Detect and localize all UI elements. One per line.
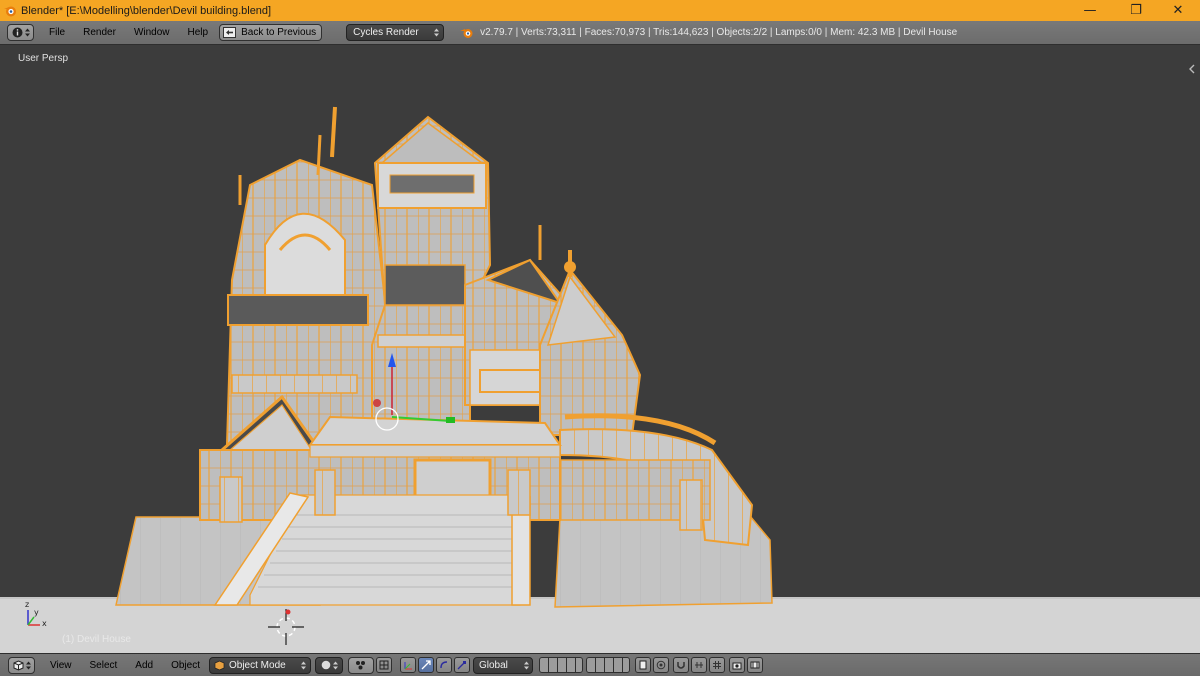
menu-window[interactable]: Window bbox=[125, 27, 179, 38]
rotate-manipulator-button[interactable] bbox=[436, 657, 452, 673]
porch-roof bbox=[308, 415, 562, 446]
close-icon: ✕ bbox=[1172, 3, 1184, 18]
restore-icon: ❐ bbox=[1130, 3, 1142, 18]
transform-manipulator-toggle[interactable] bbox=[400, 657, 416, 673]
snap-element-dropdown[interactable] bbox=[691, 657, 707, 673]
mode-value: Object Mode bbox=[229, 659, 286, 671]
scene-layers-group-2[interactable] bbox=[586, 657, 630, 673]
lock-layers-button[interactable] bbox=[635, 657, 651, 673]
cube-icon bbox=[214, 660, 225, 670]
scale-icon bbox=[457, 661, 466, 670]
menu-view[interactable]: View bbox=[41, 660, 81, 671]
pivot-point-dropdown[interactable] bbox=[348, 656, 374, 674]
updown-arrows-icon bbox=[332, 661, 338, 669]
film-icon bbox=[750, 661, 760, 669]
viewport-shading-dropdown[interactable] bbox=[315, 656, 343, 674]
updown-arrows-icon bbox=[24, 28, 30, 37]
blender-logo-icon bbox=[4, 6, 16, 16]
mode-dropdown[interactable]: Object Mode bbox=[209, 656, 311, 674]
view3d-editor-icon bbox=[13, 659, 23, 671]
minimize-icon: — bbox=[1083, 3, 1097, 18]
transform-orientation-dropdown[interactable]: Global bbox=[473, 656, 533, 674]
minimize-button[interactable]: — bbox=[1068, 0, 1112, 21]
solid-shading-icon bbox=[321, 660, 330, 670]
render-preview-button[interactable] bbox=[729, 657, 745, 673]
menu-select[interactable]: Select bbox=[81, 660, 127, 671]
3d-viewport[interactable]: User Persp x z y (1) Devil House bbox=[0, 45, 1200, 653]
close-button[interactable]: ✕ bbox=[1156, 0, 1200, 21]
blender-logo-icon bbox=[460, 28, 473, 38]
menu-render[interactable]: Render bbox=[74, 27, 125, 38]
updown-arrows-icon bbox=[524, 661, 529, 669]
translate-arrow-icon bbox=[421, 660, 431, 670]
translate-manipulator-button[interactable] bbox=[418, 657, 434, 673]
proportional-circle-icon bbox=[656, 660, 666, 670]
proportional-edit-button[interactable] bbox=[653, 657, 669, 673]
snap-increment-icon bbox=[695, 662, 703, 668]
menu-help[interactable]: Help bbox=[179, 27, 218, 38]
snap-target-dropdown[interactable] bbox=[709, 657, 725, 673]
orientation-value: Global bbox=[479, 659, 508, 671]
menu-add[interactable]: Add bbox=[126, 660, 162, 671]
info-editor-icon bbox=[12, 27, 22, 38]
layers-icon bbox=[379, 660, 389, 670]
axis-arrows-icon bbox=[404, 661, 412, 669]
window-titlebar: Blender* [E:\Modelling\blender\Devil bui… bbox=[0, 0, 1200, 21]
back-to-previous-button[interactable]: Back to Previous bbox=[219, 24, 323, 41]
view3d-editor-selector[interactable] bbox=[8, 656, 35, 674]
grid-snap-icon bbox=[713, 661, 721, 669]
info-header: File Render Window Help Back to Previous… bbox=[0, 21, 1200, 45]
axis-z-label: z bbox=[25, 600, 30, 609]
scale-manipulator-button[interactable] bbox=[454, 657, 470, 673]
menu-file[interactable]: File bbox=[40, 27, 74, 38]
render-engine-value: Cycles Render bbox=[353, 27, 419, 38]
menu-object[interactable]: Object bbox=[162, 660, 209, 671]
scene-stats: v2.79.7 | Verts:73,311 | Faces:70,973 | … bbox=[480, 27, 958, 38]
back-to-previous-label: Back to Previous bbox=[241, 27, 317, 38]
snap-toggle-button[interactable] bbox=[673, 657, 689, 673]
render-animation-button[interactable] bbox=[747, 657, 763, 673]
editor-type-selector[interactable] bbox=[7, 24, 34, 41]
scene-layers-group-1[interactable] bbox=[539, 657, 583, 673]
manipulator-toggle[interactable] bbox=[376, 657, 392, 673]
file-icon bbox=[639, 660, 647, 670]
axis-y-label: y bbox=[34, 608, 39, 617]
pivot-icon bbox=[356, 661, 365, 670]
scene-render bbox=[0, 106, 1200, 653]
updown-arrows-icon bbox=[434, 28, 440, 37]
updown-arrows-icon bbox=[25, 661, 31, 669]
render-engine-dropdown[interactable]: Cycles Render bbox=[346, 24, 445, 41]
back-screen-icon bbox=[223, 27, 237, 38]
camera-icon bbox=[732, 662, 742, 670]
updown-arrows-icon bbox=[301, 661, 306, 669]
active-object-label: (1) Devil House bbox=[62, 634, 131, 645]
restore-button[interactable]: ❐ bbox=[1114, 0, 1158, 21]
magnet-icon bbox=[677, 662, 685, 669]
rotate-arc-icon bbox=[440, 661, 448, 669]
axis-x-label: x bbox=[42, 619, 47, 628]
view3d-header: View Select Add Object Object Mode Globa… bbox=[0, 653, 1200, 676]
window-title: Blender* [E:\Modelling\blender\Devil bui… bbox=[21, 4, 272, 17]
